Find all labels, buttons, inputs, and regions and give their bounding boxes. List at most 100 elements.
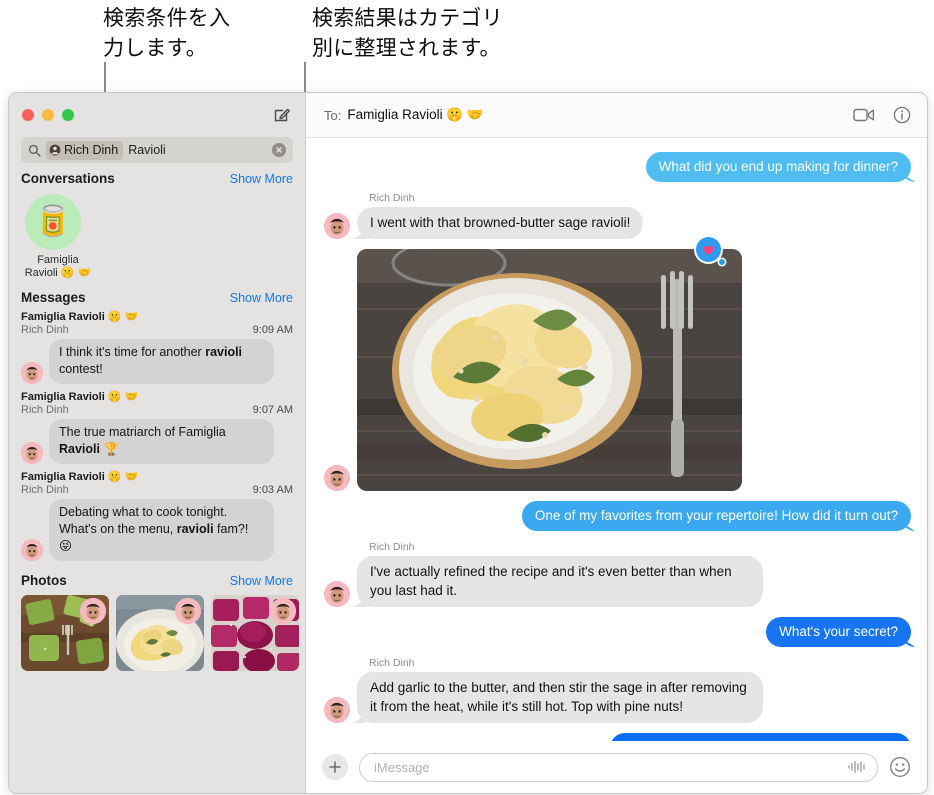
minimize-window-button[interactable] <box>42 109 54 121</box>
messages-results-list: Famiglia Ravioli 🤫 🤝 Rich Dinh 9:09 AM I th… <box>9 310 305 573</box>
message-result-meta: Famiglia Ravioli 🤫 🤝 <box>21 310 293 323</box>
sender-avatar <box>324 465 350 491</box>
outgoing-message-bubble[interactable]: What's your secret? <box>766 617 911 647</box>
photo-result-item[interactable] <box>116 595 204 671</box>
message-result-sender: Rich Dinh <box>21 404 69 416</box>
compose-pencil-square-icon[interactable] <box>271 104 293 126</box>
message-result-bubble-row: The true matriarch of Famiglia Ravioli 🏆 <box>21 419 293 464</box>
search-token-label: Rich Dinh <box>64 143 119 157</box>
conversation-recipient-title[interactable]: Famiglia Ravioli 🤫 🤝 <box>347 107 483 123</box>
outgoing-message-bubble[interactable]: Incredible. I have to try making this fo… <box>610 733 911 741</box>
search-magnifier-icon <box>28 144 41 157</box>
annotation-search-input: 検索条件を入 力します。 <box>103 6 231 60</box>
facetime-video-icon[interactable] <box>853 107 875 123</box>
message-result-time: 9:03 AM <box>252 484 293 496</box>
photo-result-item[interactable] <box>211 595 299 671</box>
message-result-item[interactable]: Famiglia Ravioli 🤫 🤝 Rich Dinh 9:07 AM The … <box>9 390 305 470</box>
search-match-highlight: ravioli <box>176 522 214 536</box>
photo-sender-avatar <box>270 598 296 624</box>
message-result-meta: Famiglia Ravioli 🤫 🤝 <box>21 390 293 403</box>
conversation-pane: To: Famiglia Ravioli 🤫 🤝 What did you en… <box>306 93 927 793</box>
maximize-window-button[interactable] <box>62 109 74 121</box>
search-match-highlight: ravioli <box>205 345 243 359</box>
sender-avatar <box>21 362 43 384</box>
message-result-sender: Rich Dinh <box>21 324 69 336</box>
thread-row-outgoing: What did you end up making for dinner? <box>324 152 911 182</box>
close-window-button[interactable] <box>22 109 34 121</box>
person-badge-icon <box>49 144 61 156</box>
sender-avatar <box>324 697 350 723</box>
audio-waveform-icon[interactable] <box>847 760 867 774</box>
search-token-chip[interactable]: Rich Dinh <box>46 140 124 160</box>
search-input[interactable]: Rich Dinh Ravioli <box>21 137 293 163</box>
message-result-chat-title: Famiglia Ravioli 🤫 🤝 <box>21 471 139 483</box>
photo-attachment[interactable] <box>357 249 742 491</box>
conversation-result-item[interactable]: 🥫 Famiglia Ravioli 🤫 🤝 <box>21 194 95 280</box>
sidebar-titlebar <box>9 93 305 137</box>
annotation-results-categories: 検索結果はカテゴリ 別に整理されます。 <box>312 6 503 60</box>
incoming-message-group: Rich Dinh Add garlic to the butter, and t… <box>357 657 763 723</box>
incoming-message-bubble[interactable]: I've actually refined the recipe and it'… <box>357 556 763 607</box>
conversations-section-header: Conversations Show More <box>9 171 305 186</box>
sender-avatar <box>324 581 350 607</box>
incoming-sender-name: Rich Dinh <box>369 192 415 204</box>
plus-icon[interactable] <box>322 754 348 780</box>
thread-row-incoming: Rich Dinh I've actually refined the recip… <box>324 541 911 607</box>
message-input[interactable] <box>374 759 847 775</box>
thread-row-incoming: Rich Dinh Add garlic to the butter, and t… <box>324 657 911 723</box>
message-result-item[interactable]: Famiglia Ravioli 🤫 🤝 Rich Dinh 9:03 AM Deba… <box>9 470 305 567</box>
photo-sender-avatar <box>80 598 106 624</box>
conversation-to-label: To: <box>324 107 342 123</box>
search-field-container: Rich Dinh Ravioli <box>9 137 305 163</box>
sender-avatar <box>324 213 350 239</box>
message-input-container[interactable] <box>359 752 878 782</box>
thread-row-outgoing: Incredible. I have to try making this fo… <box>324 733 911 741</box>
message-result-sender-line: Rich Dinh 9:09 AM <box>21 323 293 336</box>
message-result-bubble: I think it's time for another ravioli co… <box>49 339 274 384</box>
messages-show-more-link[interactable]: Show More <box>230 291 293 305</box>
thread-row-incoming: Rich Dinh I went with that browned-butter… <box>324 192 911 239</box>
smiley-face-icon[interactable] <box>889 756 911 778</box>
incoming-sender-name: Rich Dinh <box>369 541 415 553</box>
search-query-text: Ravioli <box>128 143 166 157</box>
thread-row-attachment <box>324 237 911 491</box>
photo-result-item[interactable] <box>21 595 109 671</box>
conversations-section-title: Conversations <box>21 171 115 186</box>
conversation-header-actions <box>853 106 911 124</box>
photos-results-row <box>9 593 305 681</box>
message-composer <box>306 741 927 793</box>
message-result-meta: Famiglia Ravioli 🤫 🤝 <box>21 470 293 483</box>
message-result-chat-title: Famiglia Ravioli 🤫 🤝 <box>21 391 139 403</box>
conversations-show-more-link[interactable]: Show More <box>230 172 293 186</box>
incoming-message-bubble[interactable]: Add garlic to the butter, and then stir … <box>357 672 763 723</box>
messages-app-window: Rich Dinh Ravioli Conversations Show Mor… <box>8 92 928 794</box>
message-result-bubble-row: I think it's time for another ravioli co… <box>21 339 293 384</box>
message-result-item[interactable]: Famiglia Ravioli 🤫 🤝 Rich Dinh 9:09 AM I th… <box>9 310 305 390</box>
message-thread: What did you end up making for dinner? Ri… <box>306 138 927 741</box>
incoming-message-bubble[interactable]: I went with that browned-butter sage rav… <box>357 207 644 239</box>
message-result-sender: Rich Dinh <box>21 484 69 496</box>
thread-row-outgoing: What's your secret? <box>324 617 911 647</box>
incoming-message-group: Rich Dinh I've actually refined the recip… <box>357 541 763 607</box>
photos-show-more-link[interactable]: Show More <box>230 574 293 588</box>
message-result-time: 9:07 AM <box>252 404 293 416</box>
search-results: Conversations Show More 🥫 Famiglia Ravio… <box>9 163 305 793</box>
photo-sender-avatar <box>175 598 201 624</box>
outgoing-message-bubble[interactable]: One of my favorites from your repertoire… <box>521 501 911 531</box>
message-result-bubble-row: Debating what to cook tonight. What's on… <box>21 499 293 561</box>
thread-row-outgoing: One of my favorites from your repertoire… <box>324 501 911 531</box>
heart-reaction-icon[interactable] <box>696 237 725 265</box>
search-match-highlight: Ravioli <box>59 442 100 456</box>
messages-section-title: Messages <box>21 290 86 305</box>
outgoing-message-bubble[interactable]: What did you end up making for dinner? <box>645 152 911 182</box>
conversations-results-row: 🥫 Famiglia Ravioli 🤫 🤝 <box>9 191 305 290</box>
sender-avatar <box>21 539 43 561</box>
message-result-sender-line: Rich Dinh 9:07 AM <box>21 403 293 416</box>
incoming-sender-name: Rich Dinh <box>369 657 415 669</box>
sidebar: Rich Dinh Ravioli Conversations Show Mor… <box>9 93 306 793</box>
message-result-time: 9:09 AM <box>252 324 293 336</box>
message-result-bubble: Debating what to cook tonight. What's on… <box>49 499 274 561</box>
info-circle-icon[interactable] <box>893 106 911 124</box>
clear-circle-x-icon[interactable] <box>272 143 286 157</box>
photos-section-title: Photos <box>21 573 67 588</box>
